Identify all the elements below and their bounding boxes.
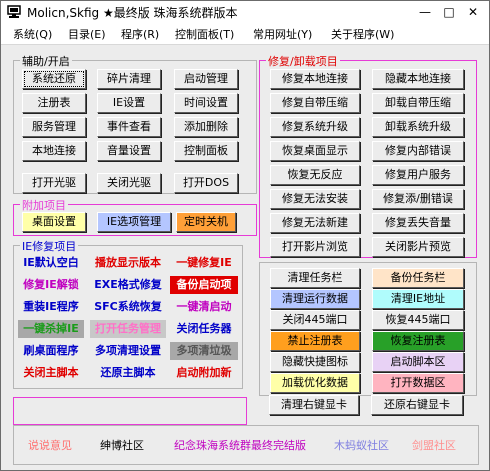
desktop-settings-button[interactable]: 桌面设置 [22, 212, 86, 232]
hide-shortcut-icon-button[interactable]: 隐藏快捷图标 [270, 352, 360, 372]
one-key-fix-ie-item[interactable]: 一键修复IE [170, 254, 238, 272]
menu-directory[interactable]: 目录(E) [68, 26, 106, 42]
exe-format-fix-item[interactable]: EXE格式修复 [90, 276, 166, 294]
window-title: Molicn,Skfig ★最终版 珠海系统群版本 [27, 6, 238, 20]
sfc-restore-item[interactable]: SFC系统恢复 [90, 298, 166, 316]
tools-group: 清理任务栏 备份任务栏 清理运行数据 清理IE地址 关闭445端口 恢复445端… [259, 262, 477, 396]
ie-group-title: IE修复项目 [20, 238, 79, 254]
clean-run-data-button[interactable]: 清理运行数据 [270, 289, 360, 309]
refresh-desktop-item[interactable]: 刷桌面程序 [18, 342, 84, 360]
close-port-445-button[interactable]: 关闭445端口 [270, 310, 360, 330]
backup-taskbar-button[interactable]: 备份任务栏 [372, 268, 464, 288]
uninstall-system-update-button[interactable]: 卸载系统升级 [372, 117, 464, 137]
restore-main-script-item[interactable]: 还原主脚本 [90, 364, 166, 382]
open-dos-button[interactable]: 打开DOS [174, 173, 238, 193]
backup-startup-item[interactable]: 备份启动项 [170, 276, 238, 294]
fix-cannot-install-button[interactable]: 修复无法安装 [270, 189, 360, 209]
menu-control-panel[interactable]: 控制面板(T) [175, 26, 234, 42]
close-icon[interactable]: ✕ [463, 2, 483, 22]
start-addon-item[interactable]: 启动附加新 [170, 364, 238, 382]
volume-settings-button[interactable]: 音量设置 [97, 141, 161, 161]
open-task-manager-item[interactable]: 打开任务管理 [90, 320, 166, 338]
feedback-link[interactable]: 说说意见 [28, 437, 72, 453]
load-optimize-data-button[interactable]: 加载优化数据 [270, 373, 360, 393]
menu-program[interactable]: 程序(R) [121, 26, 159, 42]
local-connection-button[interactable]: 本地连接 [22, 141, 86, 161]
clean-right-click-button[interactable]: 清理右键显卡 [269, 395, 359, 415]
close-main-script-item[interactable]: 关闭主脚本 [18, 364, 84, 382]
open-video-browse-button[interactable]: 打开影片浏览 [270, 237, 360, 257]
empty-panel [13, 397, 247, 425]
startup-manager-button[interactable]: 启动管理 [174, 69, 238, 89]
one-key-clean-startup-item[interactable]: 一键清启动 [170, 298, 238, 316]
start-script-area-button[interactable]: 启动脚本区 [372, 352, 464, 372]
ie-repair-group: IE修复项目 IE默认空白 播放显示版本 一键修复IE 修复IE解锁 EXE格式… [13, 238, 243, 389]
maximize-icon[interactable]: □ [439, 2, 459, 22]
repair-group-title: 修复/卸载项目 [266, 53, 340, 69]
service-manager-button[interactable]: 服务管理 [22, 117, 86, 137]
menu-system[interactable]: 系统(Q) [13, 26, 52, 42]
extra-group-title: 附加项目 [20, 197, 68, 213]
minimize-icon[interactable]: — [415, 2, 435, 22]
restore-registry-button[interactable]: 恢复注册表 [372, 331, 464, 351]
restore-right-click-button[interactable]: 还原右键显卡 [371, 395, 463, 415]
timed-shutdown-button[interactable]: 定时关机 [176, 212, 236, 232]
repair-group: 修复/卸载项目 修复本地连接 隐藏本地连接 修复自带压缩 卸载自带压缩 修复系统… [259, 53, 477, 258]
fix-add-remove-error-button[interactable]: 修复添/删错误 [372, 189, 464, 209]
menu-bar: 系统(Q) 目录(E) 程序(R) 控制面板(T) 常用网址(Y) 关于程序(W… [1, 23, 489, 45]
fix-zip-button[interactable]: 修复自带压缩 [270, 93, 360, 113]
memorial-link[interactable]: 纪念珠海系统群最终完结版 [174, 437, 306, 453]
fix-no-response-button[interactable]: 恢复无反应 [270, 165, 360, 185]
ie-blank-homepage-item[interactable]: IE默认空白 [18, 254, 84, 272]
title-bar: Molicn,Skfig ★最终版 珠海系统群版本 — □ ✕ [1, 1, 489, 23]
multi-clean-junk-item[interactable]: 多项清垃圾 [170, 342, 238, 360]
footer-links: 说说意见 绅博社区 纪念珠海系统群最终完结版 木蚂蚁社区 剑盟社区 [13, 425, 479, 465]
menu-about[interactable]: 关于程序(W) [331, 26, 394, 42]
defrag-button[interactable]: 碎片清理 [97, 69, 161, 89]
assist-group-title: 辅助/开启 [20, 53, 72, 69]
disable-registry-button[interactable]: 禁止注册表 [270, 331, 360, 351]
time-settings-button[interactable]: 时间设置 [174, 93, 238, 113]
menu-common-urls[interactable]: 常用网址(Y) [253, 26, 312, 42]
kill-ie-item[interactable]: 一键杀掉IE [18, 320, 84, 338]
ie-options-button[interactable]: IE选项管理 [97, 212, 171, 232]
restore-desktop-button[interactable]: 恢复桌面显示 [270, 141, 360, 161]
hide-local-connection-button[interactable]: 隐藏本地连接 [372, 69, 464, 89]
clean-ie-address-button[interactable]: 清理IE地址 [372, 289, 464, 309]
fix-user-service-button[interactable]: 修复用户服务 [372, 165, 464, 185]
community-link[interactable]: 绅博社区 [100, 437, 144, 453]
control-panel-button[interactable]: 控制面板 [174, 141, 238, 161]
event-viewer-button[interactable]: 事件查看 [97, 117, 161, 137]
add-remove-button[interactable]: 添加删除 [174, 117, 238, 137]
close-task-manager-item[interactable]: 关闭任务器 [170, 320, 238, 338]
close-video-preview-button[interactable]: 关闭影片预览 [372, 237, 464, 257]
system-restore-button[interactable]: 系统还原 [22, 69, 86, 89]
fix-local-connection-button[interactable]: 修复本地连接 [270, 69, 360, 89]
main-panel: 辅助/开启 系统还原 碎片清理 启动管理 注册表 IE设置 时间设置 服务管理 … [1, 45, 489, 470]
fix-lost-volume-button[interactable]: 修复丢失音量 [372, 213, 464, 233]
close-drive-button[interactable]: 关闭光驱 [97, 173, 161, 193]
ie-settings-button[interactable]: IE设置 [97, 93, 161, 113]
fix-cannot-create-button[interactable]: 修复无法新建 [270, 213, 360, 233]
show-version-item[interactable]: 播放显示版本 [90, 254, 166, 272]
fix-system-update-button[interactable]: 修复系统升级 [270, 117, 360, 137]
multi-clean-settings-item[interactable]: 多项清理设置 [90, 342, 166, 360]
registry-button[interactable]: 注册表 [22, 93, 86, 113]
clean-taskbar-button[interactable]: 清理任务栏 [270, 268, 360, 288]
fix-ie-unlock-item[interactable]: 修复IE解锁 [18, 276, 84, 294]
restore-port-445-button[interactable]: 恢复445端口 [372, 310, 464, 330]
app-window: Molicn,Skfig ★最终版 珠海系统群版本 — □ ✕ 系统(Q) 目录… [0, 0, 490, 471]
assist-group: 辅助/开启 系统还原 碎片清理 启动管理 注册表 IE设置 时间设置 服务管理 … [13, 53, 257, 194]
app-icon [7, 5, 21, 18]
jianmeng-link[interactable]: 剑盟社区 [412, 437, 456, 453]
extra-group: 附加项目 桌面设置 IE选项管理 定时关机 [13, 197, 257, 236]
mumayi-link[interactable]: 木蚂蚁社区 [334, 437, 389, 453]
fix-internal-error-button[interactable]: 修复内部错误 [372, 141, 464, 161]
uninstall-zip-button[interactable]: 卸载自带压缩 [372, 93, 464, 113]
reinstall-ie-item[interactable]: 重装IE程序 [18, 298, 84, 316]
open-drive-button[interactable]: 打开光驱 [22, 173, 86, 193]
open-data-area-button[interactable]: 打开数据区 [372, 373, 464, 393]
